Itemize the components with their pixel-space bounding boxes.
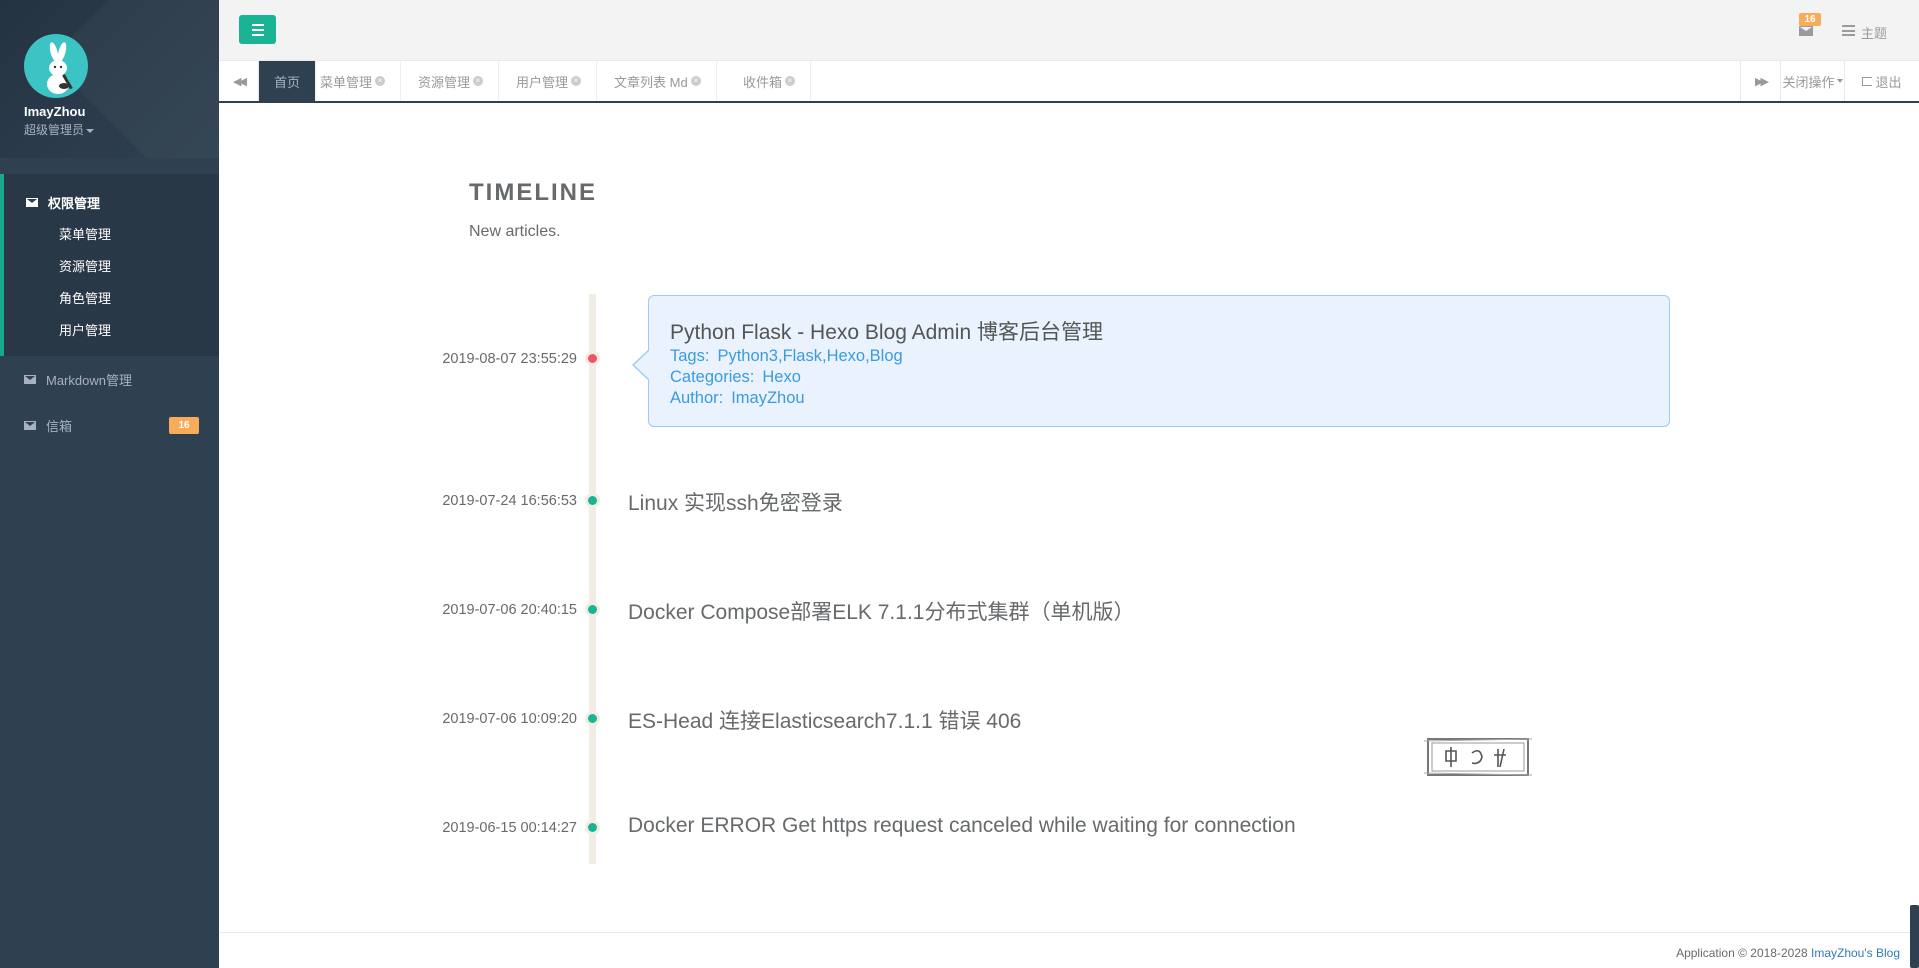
tab-resources[interactable]: 资源管理 × xyxy=(403,61,500,101)
sidebar-item-label: Markdown管理 xyxy=(46,373,132,388)
logout-label: 退出 xyxy=(1875,74,1902,90)
article-title-link[interactable]: Linux 实现ssh免密登录 xyxy=(628,487,843,517)
caret-down-icon xyxy=(1836,79,1843,83)
tabs-scroll-left-button[interactable]: ◀◀ xyxy=(219,61,259,101)
profile-panel: ImayZhou 超级管理员 xyxy=(0,0,219,158)
article-categories: Categories: Hexo xyxy=(670,368,801,387)
sidebar-item-users[interactable]: 用户管理 xyxy=(59,320,111,339)
timeline-dot xyxy=(585,602,600,617)
sidebar-item-label: 信箱 xyxy=(46,419,73,434)
tab-articles-md[interactable]: 文章列表 Md × xyxy=(599,61,717,101)
article-title-link[interactable]: Docker Compose部署ELK 7.1.1分布式集群（单机版） xyxy=(628,596,1134,626)
sidebar-item-mailbox[interactable]: 信箱 xyxy=(24,416,72,435)
nav-group-permissions: 权限管理 菜单管理 资源管理 角色管理 用户管理 xyxy=(0,174,219,356)
author-value[interactable]: ImayZhou xyxy=(731,389,804,407)
ime-stamp-icon xyxy=(1424,738,1532,776)
footer-copyright: Application © 2018-2028 xyxy=(1676,946,1811,960)
timeline-date: 2019-06-15 00:14:27 xyxy=(442,820,577,836)
timeline-dot xyxy=(585,493,600,508)
footer-blog-link[interactable]: ImayZhou's Blog xyxy=(1811,946,1900,960)
tab-label: 文章列表 Md xyxy=(614,74,688,90)
close-icon[interactable]: × xyxy=(785,76,796,86)
caret-down-icon xyxy=(86,128,95,133)
scrollbar-handle[interactable] xyxy=(1910,905,1919,968)
tab-label: 收件箱 xyxy=(743,74,783,90)
sidebar-item-menus[interactable]: 菜单管理 xyxy=(59,224,111,243)
envelope-icon xyxy=(24,375,36,384)
user-name: ImayZhou xyxy=(24,104,86,119)
article-tags: Tags: Python3,Flask,Hexo,Blog xyxy=(670,347,903,366)
nav-group-label: 权限管理 xyxy=(48,196,101,211)
timeline-date: 2019-07-24 16:56:53 xyxy=(442,493,577,509)
main-content: TIMELINE New articles. 2019-08-07 23:55:… xyxy=(219,103,1919,933)
theme-icon[interactable] xyxy=(1842,25,1855,36)
timeline-line xyxy=(589,294,596,864)
close-operations-dropdown[interactable]: 关闭操作 xyxy=(1780,61,1844,101)
sidebar-item-resources[interactable]: 资源管理 xyxy=(59,256,111,275)
user-role-label: 超级管理员 xyxy=(24,123,85,137)
tab-label: 资源管理 xyxy=(418,74,471,90)
article-title-link[interactable]: ES-Head 连接Elasticsearch7.1.1 错误 406 xyxy=(628,705,1021,735)
tab-users[interactable]: 用户管理 × xyxy=(501,61,598,101)
content-tabs: ◀◀ 首页 菜单管理 × 资源管理 × 用户管理 × 文章列表 Md × 收件箱 × ▶▶… xyxy=(219,61,1919,103)
mailbox-count-badge: 16 xyxy=(169,417,199,434)
envelope-icon xyxy=(26,198,38,207)
timeline-dot xyxy=(585,711,600,726)
close-icon[interactable]: × xyxy=(571,76,582,86)
close-icon[interactable]: × xyxy=(690,76,701,86)
article-title-link[interactable]: Docker ERROR Get https request canceled … xyxy=(628,814,1296,838)
tab-label: 菜单管理 xyxy=(320,74,373,90)
categories-value[interactable]: Hexo xyxy=(762,368,801,386)
top-navbar: 16 主题 xyxy=(219,0,1919,61)
article-title-link[interactable]: Python Flask - Hexo Blog Admin 博客后台管理 xyxy=(670,316,1103,346)
close-icon[interactable]: × xyxy=(473,76,484,86)
nav-group-header-permissions[interactable]: 权限管理 xyxy=(26,193,100,212)
timeline-featured-card[interactable]: Python Flask - Hexo Blog Admin 博客后台管理 Ta… xyxy=(632,295,1670,427)
mail-icon[interactable] xyxy=(1799,26,1813,36)
timeline-date: 2019-08-07 23:55:29 xyxy=(442,351,577,367)
sidebar: ImayZhou 超级管理员 权限管理 菜单管理 资源管理 角色管理 用户管理 … xyxy=(0,0,219,968)
envelope-icon xyxy=(24,421,36,430)
timeline-subtitle: New articles. xyxy=(469,223,561,240)
tags-label: Tags: xyxy=(670,347,710,365)
user-role-dropdown[interactable]: 超级管理员 xyxy=(24,121,95,138)
footer: Application © 2018-2028 ImayZhou's Blog xyxy=(219,932,1919,968)
tab-inbox[interactable]: 收件箱 × xyxy=(728,61,812,101)
tab-menus[interactable]: 菜单管理 × xyxy=(305,61,402,101)
tabs-scroll-right-button[interactable]: ▶▶ xyxy=(1740,61,1780,101)
close-icon[interactable]: × xyxy=(375,76,386,86)
timeline-dot xyxy=(585,820,600,835)
timeline-dot xyxy=(585,351,600,366)
footer-text: Application © 2018-2028 ImayZhou's Blog xyxy=(1676,946,1900,960)
author-label: Author: xyxy=(670,389,724,407)
close-operations-label: 关闭操作 xyxy=(1782,74,1835,90)
logout-button[interactable]: 退出 xyxy=(1844,61,1919,101)
menu-toggle-button[interactable] xyxy=(239,15,276,44)
theme-link[interactable]: 主题 xyxy=(1861,23,1887,42)
avatar[interactable] xyxy=(24,34,88,98)
tab-label: 首页 xyxy=(274,74,301,90)
sign-out-icon xyxy=(1862,76,1873,86)
tab-label: 用户管理 xyxy=(516,74,569,90)
sidebar-item-markdown[interactable]: Markdown管理 xyxy=(24,370,132,389)
timeline-title: TIMELINE xyxy=(469,179,597,206)
article-author: Author: ImayZhou xyxy=(670,389,805,408)
timeline-date: 2019-07-06 20:40:15 xyxy=(442,602,577,618)
mail-count-badge: 16 xyxy=(1799,13,1821,26)
categories-label: Categories: xyxy=(670,368,755,386)
timeline-date: 2019-07-06 10:09:20 xyxy=(442,711,577,727)
sidebar-item-roles[interactable]: 角色管理 xyxy=(59,288,111,307)
tags-value[interactable]: Python3,Flask,Hexo,Blog xyxy=(717,347,902,365)
